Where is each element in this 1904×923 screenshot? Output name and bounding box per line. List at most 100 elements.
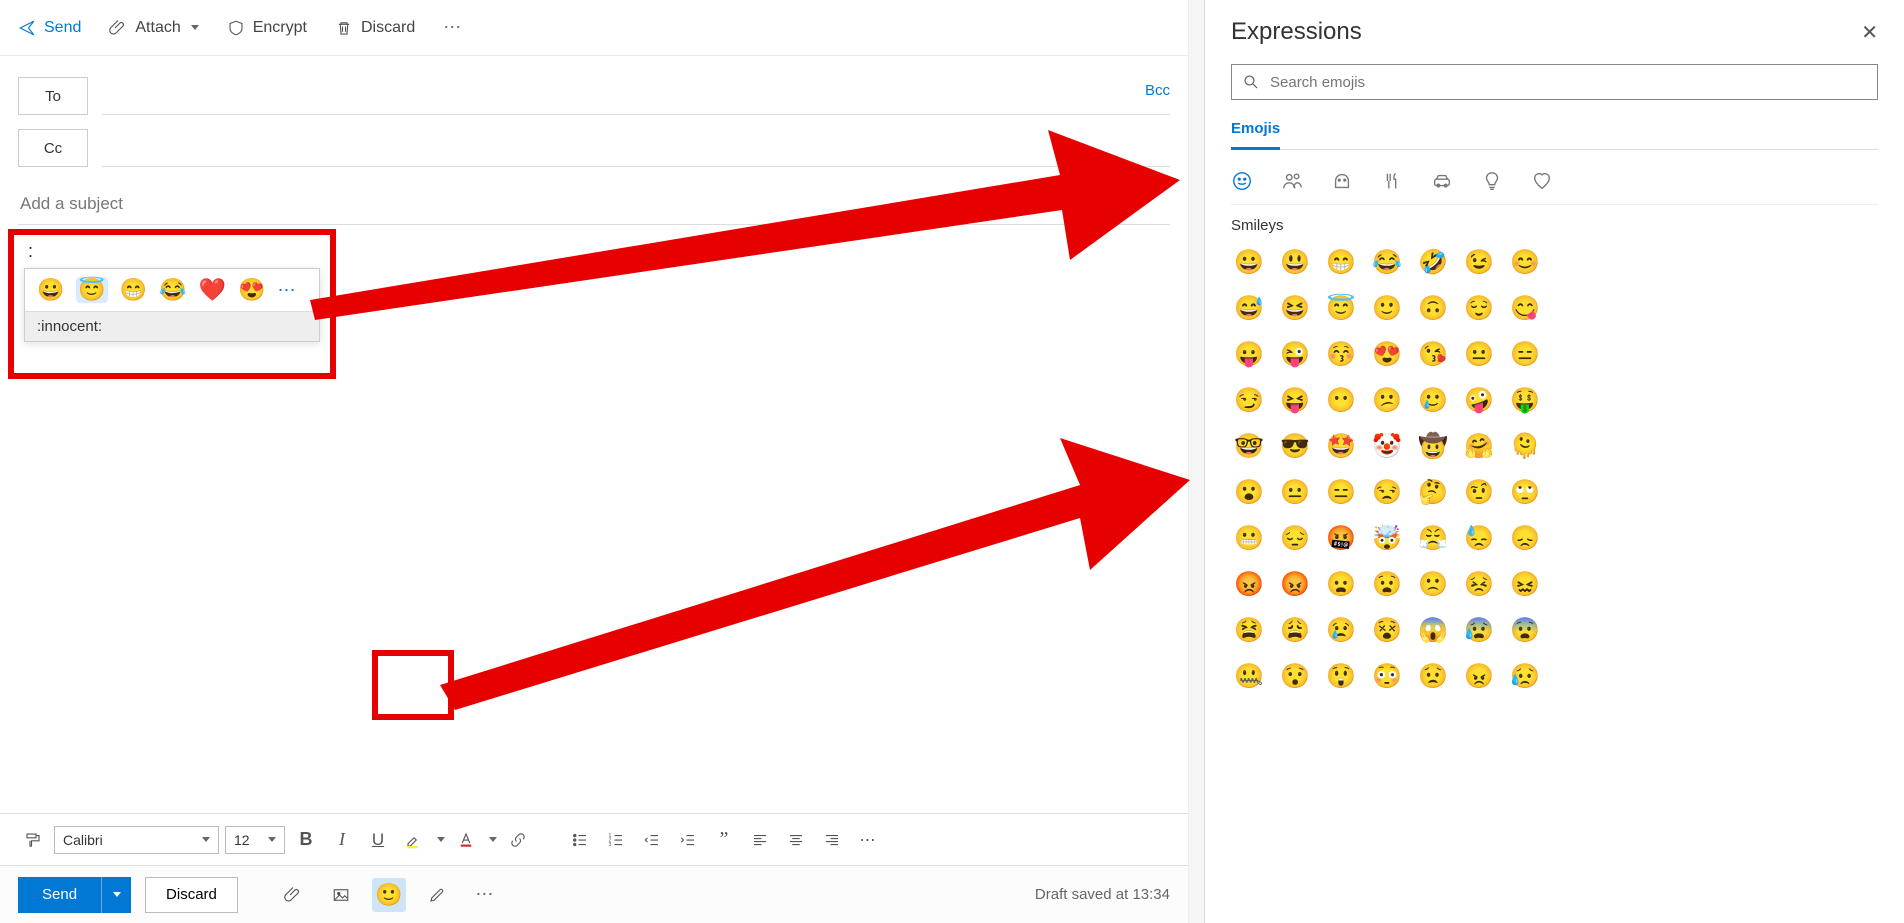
encrypt-button[interactable]: Encrypt (227, 19, 307, 37)
insert-emoji-button[interactable]: 🙂 (372, 878, 406, 912)
emoji-cell[interactable]: 😤 (1415, 520, 1451, 556)
emoji-option[interactable]: 😂 (159, 277, 186, 303)
emoji-cell[interactable]: 😩 (1277, 612, 1313, 648)
emoji-cell[interactable]: 🙁 (1415, 566, 1451, 602)
chevron-down-icon[interactable] (489, 837, 497, 842)
emoji-cell[interactable]: 😡 (1231, 566, 1267, 602)
emoji-cell[interactable]: 🥲 (1415, 382, 1451, 418)
emoji-cell[interactable]: 😫 (1231, 612, 1267, 648)
more-actions-button[interactable]: ⋯ (468, 878, 502, 912)
message-body[interactable]: : 😀😇😁😂❤️😍⋯ :innocent: (0, 225, 1188, 813)
emoji-cell[interactable]: 😰 (1461, 612, 1497, 648)
bold-button[interactable]: B (291, 825, 321, 855)
category-travel-icon[interactable] (1431, 170, 1453, 192)
cc-input[interactable] (102, 129, 1170, 167)
category-objects-icon[interactable] (1481, 170, 1503, 192)
emoji-cell[interactable]: 😮 (1231, 474, 1267, 510)
emoji-cell[interactable]: 😐 (1277, 474, 1313, 510)
emoji-cell[interactable]: 🙃 (1415, 290, 1451, 326)
emoji-cell[interactable]: 😆 (1277, 290, 1313, 326)
emoji-cell[interactable]: 😊 (1507, 244, 1543, 280)
emoji-cell[interactable]: 😐 (1461, 336, 1497, 372)
emoji-cell[interactable]: 😇 (1323, 290, 1359, 326)
to-button[interactable]: To (18, 77, 88, 115)
emoji-cell[interactable]: 😦 (1323, 566, 1359, 602)
category-food-icon[interactable] (1381, 170, 1403, 192)
emoji-cell[interactable]: 😑 (1323, 474, 1359, 510)
more-toolbar-button[interactable]: ⋯ (443, 17, 462, 38)
emoji-cell[interactable]: 🤓 (1231, 428, 1267, 464)
emoji-cell[interactable]: 🤐 (1231, 658, 1267, 694)
font-family-select[interactable]: Calibri (54, 826, 219, 854)
outdent-button[interactable] (637, 825, 667, 855)
emoji-cell[interactable]: 😚 (1323, 336, 1359, 372)
emoji-cell[interactable]: 😑 (1507, 336, 1543, 372)
emoji-cell[interactable]: 😞 (1507, 520, 1543, 556)
category-symbols-icon[interactable] (1531, 170, 1553, 192)
more-format-button[interactable]: ⋯ (853, 825, 883, 855)
emoji-cell[interactable]: 🙄 (1507, 474, 1543, 510)
emoji-cell[interactable]: 😉 (1461, 244, 1497, 280)
category-people-icon[interactable] (1281, 170, 1303, 192)
emoji-option[interactable]: ❤️ (199, 277, 226, 303)
attach-action-button[interactable] (276, 878, 310, 912)
align-center-button[interactable] (781, 825, 811, 855)
emoji-cell[interactable]: 🤨 (1461, 474, 1497, 510)
emoji-cell[interactable]: 🤯 (1369, 520, 1405, 556)
emoji-option[interactable]: 😇 (76, 277, 107, 303)
emoji-cell[interactable]: 😃 (1277, 244, 1313, 280)
emoji-cell[interactable]: 😋 (1507, 290, 1543, 326)
emoji-cell[interactable]: 😲 (1323, 658, 1359, 694)
attach-button[interactable]: Attach (109, 19, 198, 37)
emoji-cell[interactable]: 😳 (1369, 658, 1405, 694)
cc-button[interactable]: Cc (18, 129, 88, 167)
emoji-cell[interactable]: 😍 (1369, 336, 1405, 372)
emoji-cell[interactable]: 😠 (1461, 658, 1497, 694)
emoji-cell[interactable]: 😖 (1507, 566, 1543, 602)
font-size-select[interactable]: 12 (225, 826, 285, 854)
link-button[interactable] (503, 825, 533, 855)
bcc-link[interactable]: Bcc (1145, 82, 1170, 99)
emoji-cell[interactable]: 😁 (1323, 244, 1359, 280)
emoji-cell[interactable]: 🤬 (1323, 520, 1359, 556)
send-options-button[interactable] (101, 877, 131, 913)
emoji-cell[interactable]: 🤗 (1461, 428, 1497, 464)
align-right-button[interactable] (817, 825, 847, 855)
emoji-cell[interactable]: 🤑 (1507, 382, 1543, 418)
emoji-cell[interactable]: 😛 (1231, 336, 1267, 372)
to-input[interactable] (102, 77, 1170, 115)
send-button[interactable]: Send (18, 877, 101, 913)
emoji-cell[interactable]: 😜 (1277, 336, 1313, 372)
emoji-cell[interactable]: 😶 (1323, 382, 1359, 418)
emoji-cell[interactable]: 😕 (1369, 382, 1405, 418)
emoji-cell[interactable]: 😅 (1231, 290, 1267, 326)
font-color-button[interactable] (451, 825, 481, 855)
emoji-cell[interactable]: 😢 (1323, 612, 1359, 648)
emoji-cell[interactable]: 😯 (1277, 658, 1313, 694)
emoji-cell[interactable]: 😥 (1507, 658, 1543, 694)
emoji-cell[interactable]: 🤪 (1461, 382, 1497, 418)
expressions-close-button[interactable]: ✕ (1861, 20, 1878, 45)
emoji-cell[interactable]: 😣 (1461, 566, 1497, 602)
emoji-cell[interactable]: 😘 (1415, 336, 1451, 372)
align-left-button[interactable] (745, 825, 775, 855)
emoji-cell[interactable]: 😀 (1231, 244, 1267, 280)
emoji-cell[interactable]: 😵 (1369, 612, 1405, 648)
discard-top-button[interactable]: Discard (335, 19, 415, 37)
emoji-cell[interactable]: 😔 (1277, 520, 1313, 556)
emoji-more-button[interactable]: ⋯ (277, 280, 295, 301)
emoji-search-box[interactable] (1231, 64, 1878, 100)
italic-button[interactable]: I (327, 825, 357, 855)
emoji-option[interactable]: 😁 (120, 277, 147, 303)
emoji-cell[interactable]: 😡 (1277, 566, 1313, 602)
category-animals-icon[interactable] (1331, 170, 1353, 192)
format-painter-button[interactable] (18, 825, 48, 855)
emoji-cell[interactable]: 🫠 (1507, 428, 1543, 464)
emoji-option[interactable]: 😍 (238, 277, 265, 303)
bullet-list-button[interactable] (565, 825, 595, 855)
emoji-cell[interactable]: 😝 (1277, 382, 1313, 418)
emoji-cell[interactable]: 🤣 (1415, 244, 1451, 280)
emoji-cell[interactable]: 😓 (1461, 520, 1497, 556)
underline-button[interactable]: U (363, 825, 393, 855)
insert-picture-button[interactable] (324, 878, 358, 912)
